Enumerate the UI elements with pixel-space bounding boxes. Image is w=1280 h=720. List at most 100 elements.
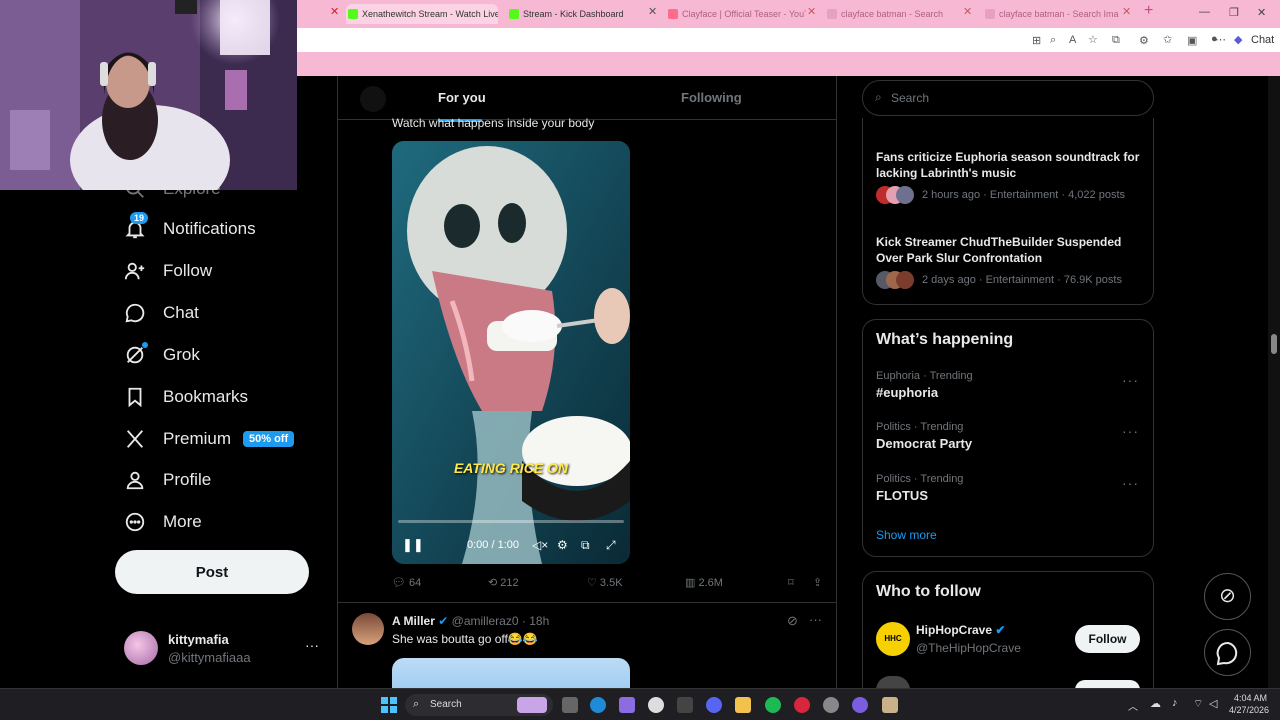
extension-icon[interactable]: ⊞ bbox=[1032, 34, 1041, 47]
show-more-link[interactable]: Show more bbox=[876, 528, 937, 542]
discord-icon[interactable] bbox=[706, 697, 722, 713]
post-menu-dots-icon[interactable]: ··· bbox=[809, 612, 822, 627]
nav-follow[interactable]: Follow bbox=[124, 256, 212, 286]
video-progress-track[interactable] bbox=[398, 520, 624, 523]
nav-chat[interactable]: Chat bbox=[124, 298, 199, 328]
wifi-icon[interactable]: ⌔ bbox=[1193, 697, 1203, 711]
account-menu-dots-icon[interactable]: ··· bbox=[305, 637, 319, 653]
clock-time[interactable]: 4:04 AM bbox=[1229, 693, 1267, 703]
pin-app-icon[interactable] bbox=[648, 697, 664, 713]
trend-item[interactable]: Politics · Trending Democrat Party bbox=[876, 421, 1142, 451]
favorites-icon[interactable]: ✩ bbox=[1163, 33, 1172, 46]
read-aloud-icon[interactable]: A bbox=[1069, 34, 1076, 46]
tray-chevron-icon[interactable]: ︿ bbox=[1128, 698, 1138, 713]
tab-close-icon[interactable]: ✕ bbox=[648, 5, 657, 18]
trend-item[interactable]: Politics · Trending FLOTUS bbox=[876, 473, 1142, 503]
tab-close-icon[interactable]: ✕ bbox=[807, 5, 816, 18]
account-switcher[interactable]: kittymafia @kittymafiaaa ··· bbox=[124, 631, 324, 667]
nav-notifications[interactable]: 19 Notifications bbox=[124, 212, 256, 244]
picture-in-picture-icon[interactable]: ⧉ bbox=[581, 538, 590, 553]
task-view-icon[interactable] bbox=[562, 697, 578, 713]
nav-explore[interactable]: Explore bbox=[124, 174, 221, 204]
views-button[interactable]: ▥ 2.6M bbox=[685, 576, 723, 589]
split-screen-icon[interactable]: ⧉ bbox=[1112, 34, 1120, 47]
microphone-icon[interactable]: ♪ bbox=[1172, 697, 1178, 709]
news-item-2-title[interactable]: Kick Streamer ChudTheBuilder Suspended O… bbox=[876, 234, 1146, 266]
follow-button[interactable]: Follow bbox=[1075, 625, 1140, 653]
settings-gear-icon[interactable]: ⚙ bbox=[557, 538, 568, 552]
browser-tab-1[interactable]: Xenathewitch Stream - Watch Live bbox=[346, 4, 498, 24]
nav-profile[interactable]: Profile bbox=[124, 465, 211, 495]
trend-item[interactable]: Euphoria · Trending #euphoria bbox=[876, 370, 1142, 400]
post-time[interactable]: 18h bbox=[529, 614, 549, 628]
window-close-icon[interactable]: ✕ bbox=[1257, 6, 1266, 19]
author-handle[interactable]: @amilleraz0 bbox=[452, 614, 519, 628]
post-button[interactable]: Post bbox=[115, 550, 309, 594]
address-bar[interactable]: ⊞ ⌕ A ☆ ⧉ ⚙ ✩ ▣ ● ⋯ ◆ Chat bbox=[297, 28, 1280, 52]
steam-icon[interactable] bbox=[823, 697, 839, 713]
nav-premium[interactable]: Premium 50% off bbox=[124, 424, 295, 454]
news-item-1-title[interactable]: Fans criticize Euphoria season soundtrac… bbox=[876, 149, 1142, 181]
repost-button[interactable]: ⟲ 212 bbox=[488, 576, 519, 589]
browser-tab-4[interactable]: clayface batman - Search bbox=[825, 4, 955, 24]
suggestion-name[interactable]: HipHopCrave ✔ bbox=[916, 623, 1005, 637]
header-avatar[interactable] bbox=[360, 86, 386, 112]
like-button[interactable]: ♡ 3.5K bbox=[587, 576, 623, 589]
search-input[interactable]: ⌕ Search bbox=[862, 80, 1154, 116]
obs-icon[interactable] bbox=[852, 697, 868, 713]
messages-floating-button[interactable] bbox=[1204, 629, 1251, 676]
file-explorer-icon[interactable] bbox=[735, 697, 751, 713]
video-player[interactable]: EATING RICE ON ❚❚ 0:00 / 1:00 ◁× ⚙ ⧉ ⤢ bbox=[392, 141, 630, 564]
favorite-star-icon[interactable]: ☆ bbox=[1088, 33, 1098, 46]
account-name: kittymafia bbox=[168, 632, 229, 647]
copilot-app-icon[interactable] bbox=[619, 697, 635, 713]
copilot-icon[interactable]: ◆ bbox=[1234, 33, 1242, 46]
tab-close-icon[interactable]: ✕ bbox=[963, 5, 972, 18]
notepad-icon[interactable] bbox=[882, 697, 898, 713]
menu-dots-icon[interactable]: ⋯ bbox=[1215, 33, 1226, 46]
collections-icon[interactable]: ▣ bbox=[1187, 34, 1197, 47]
browser-tab-5[interactable]: clayface batman - Search Images bbox=[983, 4, 1119, 24]
browser-tab-3[interactable]: Clayface | Official Teaser - YouTube bbox=[666, 4, 806, 24]
edge-browser-icon[interactable] bbox=[590, 697, 606, 713]
reply-button[interactable]: 💬︎ 64 bbox=[392, 576, 421, 589]
share-icon[interactable]: ⇪ bbox=[813, 576, 822, 589]
maximize-icon[interactable]: ❐ bbox=[1229, 6, 1239, 19]
new-tab-button[interactable]: + bbox=[1144, 2, 1153, 20]
nav-grok[interactable]: Grok bbox=[124, 340, 200, 370]
tab-close-icon[interactable]: ✕ bbox=[330, 5, 339, 18]
grok-post-icon[interactable]: ⊘ bbox=[787, 613, 798, 629]
extensions-icon[interactable]: ⚙ bbox=[1139, 34, 1149, 47]
spotify-icon[interactable] bbox=[765, 697, 781, 713]
trend-menu-dots-icon[interactable]: ··· bbox=[1122, 475, 1139, 491]
clock-date[interactable]: 4/27/2026 bbox=[1227, 705, 1269, 715]
tab-following[interactable]: Following bbox=[681, 90, 742, 105]
store-icon[interactable] bbox=[677, 697, 693, 713]
windows-start-icon[interactable] bbox=[381, 697, 397, 713]
grok-floating-button[interactable]: ⊘ bbox=[1204, 573, 1251, 620]
nav-more[interactable]: More bbox=[124, 507, 202, 537]
bookmark-post-icon[interactable]: ⌑ bbox=[788, 576, 794, 589]
taskbar-search[interactable]: ⌕ Search bbox=[405, 694, 553, 716]
browser-tab-2[interactable]: Stream - Kick Dashboard bbox=[507, 4, 657, 24]
chat-label[interactable]: Chat bbox=[1251, 34, 1274, 46]
volume-icon[interactable]: ◁ bbox=[1209, 697, 1217, 710]
fullscreen-icon[interactable]: ⤢ bbox=[606, 538, 616, 553]
tab-for-you[interactable]: For you bbox=[438, 90, 486, 122]
app-icon[interactable] bbox=[794, 697, 810, 713]
mute-icon[interactable]: ◁× bbox=[532, 538, 548, 552]
hiphopcrave-avatar[interactable]: HHC bbox=[876, 622, 910, 656]
post-media-image[interactable] bbox=[392, 658, 630, 688]
trend-menu-dots-icon[interactable]: ··· bbox=[1122, 423, 1139, 439]
pause-icon[interactable]: ❚❚ bbox=[402, 537, 424, 553]
author-name[interactable]: A Miller bbox=[392, 614, 435, 628]
nav-bookmarks[interactable]: Bookmarks bbox=[124, 382, 248, 412]
trend-menu-dots-icon[interactable]: ··· bbox=[1122, 372, 1139, 388]
page-scrollbar[interactable] bbox=[1268, 76, 1280, 688]
minimize-icon[interactable]: — bbox=[1199, 6, 1210, 18]
cloud-icon[interactable]: ☁ bbox=[1150, 697, 1161, 710]
avatar[interactable] bbox=[352, 613, 384, 645]
scrollbar-thumb[interactable] bbox=[1271, 334, 1277, 354]
tab-close-icon[interactable]: ✕ bbox=[1122, 5, 1131, 18]
zoom-icon[interactable]: ⌕ bbox=[1050, 34, 1056, 47]
